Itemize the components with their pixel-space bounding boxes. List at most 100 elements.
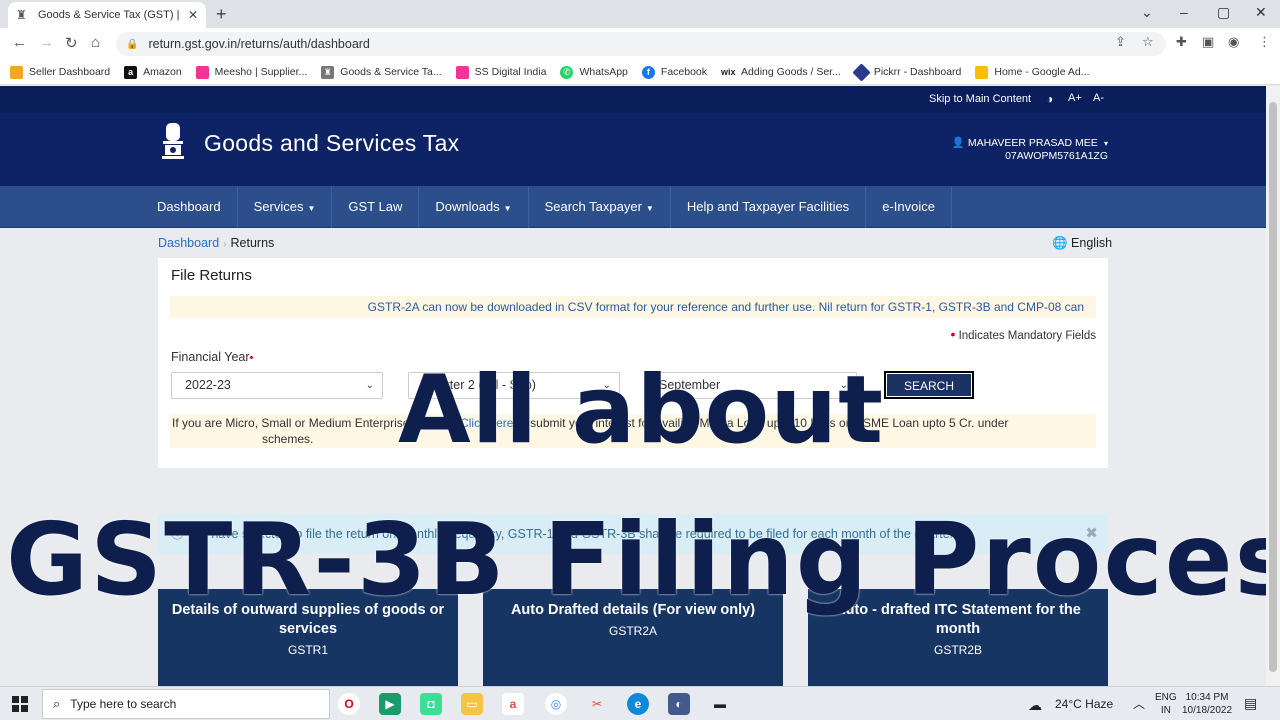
weather-text[interactable]: 24°C Haze [1055, 697, 1113, 711]
user-icon: 👤 [951, 137, 968, 149]
yellow-bag-icon [10, 65, 23, 79]
file-explorer-icon[interactable]: ▭ [461, 693, 483, 715]
green-app-icon[interactable]: ▶ [379, 693, 401, 715]
site-title: Goods and Services Tax [204, 130, 460, 156]
nav-dashboard[interactable]: Dashboard [141, 186, 238, 228]
taskbar-search-placeholder: Type here to search [70, 697, 177, 711]
bookmark-seller-dashboard[interactable]: Seller Dashboard [10, 65, 110, 79]
caret-down-icon: ▼ [645, 204, 654, 213]
maximize-button[interactable]: ▢ [1217, 4, 1230, 21]
skip-to-content-link[interactable]: Skip to Main Content [929, 93, 1031, 105]
url-bar[interactable]: 🔒 return.gst.gov.in/returns/auth/dashboa… [116, 32, 1166, 56]
page-scrollbar[interactable] [1266, 86, 1280, 686]
bookmark-star-icon[interactable]: ☆ [1142, 34, 1154, 50]
gamepad-app-icon[interactable]: ◘ [420, 693, 442, 715]
breadcrumb: Dashboard › Returns [158, 236, 274, 250]
chevron-down-icon: ⌄ [365, 380, 374, 391]
back-button[interactable]: ← [12, 34, 27, 51]
search-icon: ⌕ [53, 696, 61, 711]
chrome-icon[interactable]: ◎ [545, 693, 567, 715]
opera-icon[interactable]: O [338, 693, 360, 715]
facebook-icon: f [641, 65, 655, 79]
profile-avatar[interactable]: ◉ [1228, 34, 1239, 50]
app-icon[interactable]: ◐ [668, 693, 690, 715]
gst-portal-page: Skip to Main Content ◑ A+ A- Goods and S… [0, 86, 1266, 686]
address-toolbar: ← → ↻ ⌂ 🔒 return.gst.gov.in/returns/auth… [0, 28, 1280, 60]
caret-down-icon: ▼ [307, 204, 316, 213]
reload-button[interactable]: ↻ [65, 34, 78, 52]
nav-downloads[interactable]: Downloads ▼ [419, 186, 529, 228]
windows-taskbar: ⌕ Type here to search O ▶ ◘ ▭ a ◎ ✂ e ◐ … [0, 686, 1280, 720]
nav-gst-law[interactable]: GST Law [332, 186, 420, 228]
font-decrease-button[interactable]: A- [1093, 92, 1104, 104]
snipping-tool-icon[interactable]: ✂ [586, 693, 608, 715]
tab-search-chevron-icon[interactable]: ⌄ [1141, 4, 1153, 21]
menu-kebab-icon[interactable]: ⋮ [1258, 34, 1271, 50]
notifications-icon[interactable]: ▤ [1244, 695, 1257, 712]
meesho-icon [195, 65, 209, 79]
search-button[interactable]: SEARCH [884, 371, 974, 399]
wix-icon: wix [721, 65, 736, 79]
side-panel-icon[interactable]: ▣ [1202, 34, 1214, 50]
breadcrumb-separator-icon: › [223, 239, 227, 250]
scrollbar-thumb[interactable] [1269, 102, 1277, 672]
active-tab[interactable]: ♜ Goods & Service Tax (GST) | User ✕ [8, 2, 206, 28]
emblem-icon: ♜ [16, 8, 27, 22]
keyboard-icon[interactable]: ▬ [709, 693, 731, 715]
main-navigation: Dashboard Services ▼ GST Law Downloads ▼ S… [0, 186, 1266, 228]
close-window-button[interactable]: ✕ [1255, 4, 1267, 21]
emblem-icon: ♜ [321, 65, 335, 79]
lock-icon[interactable]: 🔒 [126, 39, 138, 50]
red-app-icon[interactable]: a [502, 693, 524, 715]
extensions-icon[interactable]: ✚ [1176, 34, 1187, 50]
breadcrumb-current: Returns [230, 236, 275, 250]
bookmark-amazon[interactable]: a Amazon [124, 65, 182, 79]
financial-year-label: Financial Year• [171, 350, 254, 364]
nav-help[interactable]: Help and Taxpayer Facilities [671, 186, 867, 228]
tab-title: Goods & Service Tax (GST) | User [38, 9, 182, 21]
required-dot-icon: • [950, 326, 956, 342]
required-dot-icon: • [249, 352, 254, 364]
new-tab-button[interactable]: + [216, 4, 227, 25]
url-text: return.gst.gov.in/returns/auth/dashboard [148, 37, 370, 51]
nav-services[interactable]: Services ▼ [238, 186, 333, 228]
forward-button[interactable]: → [39, 34, 54, 51]
language-selector[interactable]: 🌐 English [1052, 236, 1112, 251]
amazon-icon: a [124, 65, 138, 79]
share-icon[interactable]: ⇪ [1115, 34, 1126, 50]
whatsapp-icon: ✆ [560, 65, 574, 79]
tray-chevron-up-icon[interactable]: ︿ [1133, 695, 1145, 712]
bookmark-facebook[interactable]: f Facebook [641, 65, 707, 79]
chevron-down-icon: ▾ [1101, 139, 1108, 148]
bookmark-ss-digital[interactable]: SS Digital India [455, 65, 546, 79]
nav-search-taxpayer[interactable]: Search Taxpayer ▼ [529, 186, 671, 228]
home-button[interactable]: ⌂ [91, 34, 100, 51]
clock[interactable]: 10:34 PM 10/18/2022 [1182, 691, 1232, 717]
bookmark-google-ads[interactable]: Home - Google Ad... [975, 65, 1090, 79]
globe-icon: 🌐 [1052, 236, 1072, 250]
google-ads-icon [975, 65, 989, 79]
user-menu[interactable]: 👤 MAHAVEER PRASAD MEE ▾ 07AWOPM5761A1ZG [952, 137, 1108, 163]
input-language[interactable]: ENG IN [1155, 691, 1177, 717]
nav-e-invoice[interactable]: e-Invoice [866, 186, 952, 228]
minimize-button[interactable]: – [1180, 4, 1188, 20]
font-increase-button[interactable]: A+ [1068, 92, 1082, 104]
windows-start-icon[interactable] [12, 696, 28, 712]
bookmark-meesho[interactable]: Meesho | Supplier... [195, 65, 307, 79]
taskbar-search-box[interactable]: ⌕ Type here to search [42, 689, 330, 719]
weather-icon[interactable]: ☁ [1028, 697, 1042, 714]
pickrr-icon [852, 62, 871, 82]
contrast-toggle-icon[interactable]: ◑ [1046, 92, 1053, 106]
edge-icon[interactable]: e [627, 693, 649, 715]
caret-down-icon: ▼ [503, 204, 512, 213]
national-emblem-icon [162, 123, 184, 159]
bookmark-gst[interactable]: ♜ Goods & Service Ta... [321, 65, 442, 79]
overlay-title-line1: All about [398, 356, 885, 465]
bookmark-wix[interactable]: wix Adding Goods / Ser... [721, 65, 841, 79]
bookmark-whatsapp[interactable]: ✆ WhatsApp [560, 65, 628, 79]
close-tab-icon[interactable]: ✕ [188, 8, 198, 22]
financial-year-select[interactable]: 2022-23 ⌄ [171, 372, 383, 399]
user-gstin: 07AWOPM5761A1ZG [1005, 150, 1108, 162]
bookmark-pickrr[interactable]: Pickrr - Dashboard [852, 62, 961, 82]
breadcrumb-dashboard-link[interactable]: Dashboard [158, 236, 219, 250]
